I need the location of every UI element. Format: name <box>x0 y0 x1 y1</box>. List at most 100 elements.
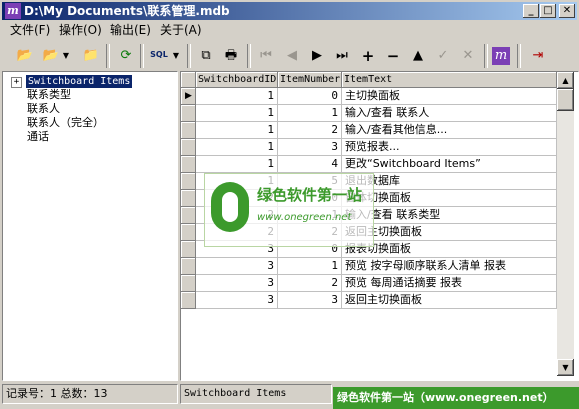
table-row[interactable]: 1 2 输入/查看其他信息... <box>181 122 557 139</box>
vertical-scrollbar[interactable]: ▲ ▼ <box>557 72 574 376</box>
app-icon[interactable]: m <box>5 3 21 19</box>
tree-item-switchboard[interactable]: Switchboard Items <box>26 75 133 88</box>
item-number-cell[interactable]: 0 <box>278 88 342 105</box>
item-text-cell[interactable]: 主切换面板 <box>342 88 557 105</box>
row-selector[interactable] <box>181 207 196 224</box>
switchboard-id-cell[interactable]: 1 <box>196 139 278 156</box>
table-row[interactable]: 3 1 预览 按字母顺序联系人清单 报表 <box>181 258 557 275</box>
tree-item-calls[interactable]: 通话 <box>27 130 49 143</box>
move-up-icon[interactable]: ▲ <box>407 45 429 67</box>
watermark-title: 绿色软件第一站 <box>257 186 363 204</box>
cancel-icon[interactable]: ✕ <box>457 45 479 67</box>
watermark-logo-icon <box>211 182 249 232</box>
row-selector[interactable] <box>181 105 196 122</box>
next-record-icon[interactable]: ▶ <box>306 45 328 67</box>
row-selector[interactable] <box>181 275 196 292</box>
chevron-down-icon[interactable]: ▼ <box>170 45 182 67</box>
copy-icon[interactable]: ⧉ <box>195 45 217 67</box>
window-title: D:\My Documents\联系管理.mdb <box>24 4 230 18</box>
menu-operate[interactable]: 操作(O) <box>59 23 102 37</box>
menu-output[interactable]: 输出(E) <box>110 23 151 37</box>
item-number-cell[interactable]: 3 <box>278 292 342 309</box>
add-record-icon[interactable]: + <box>357 45 379 67</box>
item-text-cell[interactable]: 更改“Switchboard Items” <box>342 156 557 173</box>
row-selector[interactable] <box>181 122 196 139</box>
item-text-cell[interactable]: 输入/查看其他信息... <box>342 122 557 139</box>
row-selector[interactable] <box>181 224 196 241</box>
row-selector[interactable] <box>181 173 196 190</box>
minimize-button[interactable]: _ <box>523 4 539 18</box>
row-selector[interactable] <box>181 241 196 258</box>
scroll-thumb[interactable] <box>557 89 574 111</box>
table-row[interactable]: 1 1 输入/查看 联系人 <box>181 105 557 122</box>
confirm-icon[interactable]: ✓ <box>432 45 454 67</box>
table-row[interactable]: 1 4 更改“Switchboard Items” <box>181 156 557 173</box>
switchboard-id-cell[interactable]: 1 <box>196 88 278 105</box>
prev-record-icon[interactable]: ◀ <box>281 45 303 67</box>
grid-corner <box>181 72 196 88</box>
first-record-icon[interactable]: ⏮ <box>255 45 277 67</box>
row-selector[interactable] <box>181 190 196 207</box>
switchboard-id-cell[interactable]: 1 <box>196 156 278 173</box>
item-number-cell[interactable]: 2 <box>278 275 342 292</box>
close-button[interactable]: ✕ <box>559 4 575 18</box>
open-dropdown-icon[interactable]: 📂 <box>40 45 62 67</box>
item-text-cell[interactable]: 预览报表... <box>342 139 557 156</box>
switchboard-id-cell[interactable]: 1 <box>196 122 278 139</box>
delete-record-icon[interactable]: − <box>382 45 404 67</box>
scroll-down-icon[interactable]: ▼ <box>557 359 574 376</box>
item-text-cell[interactable]: 输入/查看 联系人 <box>342 105 557 122</box>
switchboard-id-cell[interactable]: 3 <box>196 275 278 292</box>
menu-file[interactable]: 文件(F) <box>10 23 50 37</box>
table-row[interactable]: ▶ 1 0 主切换面板 <box>181 88 557 105</box>
table-row[interactable]: 3 3 返回主切换面板 <box>181 292 557 309</box>
toolbar: 📂 📂 ▼ 📁 ⟳ SQL ▼ ⧉ 🖶 ⏮ ◀ ▶ ⏭ + − ▲ ✓ ✕ m … <box>2 40 577 70</box>
table-row[interactable]: 1 3 预览报表... <box>181 139 557 156</box>
scroll-up-icon[interactable]: ▲ <box>557 72 574 89</box>
folder-icon[interactable]: 📁 <box>80 45 102 67</box>
site-banner: 绿色软件第一站（www.onegreen.net） <box>333 387 579 409</box>
row-selector[interactable] <box>181 139 196 156</box>
open-folder-icon[interactable]: 📂 <box>14 45 36 67</box>
tree-item-contacts-full[interactable]: 联系人（完全） <box>27 116 104 129</box>
item-number-cell[interactable]: 1 <box>278 105 342 122</box>
switchboard-id-cell[interactable]: 3 <box>196 258 278 275</box>
tree-item-contact-types[interactable]: 联系类型 <box>27 88 71 101</box>
item-number-cell[interactable]: 2 <box>278 122 342 139</box>
row-selector[interactable] <box>181 258 196 275</box>
switchboard-id-cell[interactable]: 3 <box>196 292 278 309</box>
item-text-cell[interactable]: 报表切换面板 <box>342 241 557 258</box>
brand-icon[interactable]: m <box>492 47 510 65</box>
print-icon[interactable]: 🖶 <box>220 45 242 67</box>
item-number-cell[interactable]: 1 <box>278 258 342 275</box>
item-text-cell[interactable]: 输入/查看 联系类型 <box>342 207 557 224</box>
maximize-button[interactable]: □ <box>540 4 556 18</box>
item-text-cell[interactable]: 窗体切换面板 <box>342 190 557 207</box>
item-number-cell[interactable]: 4 <box>278 156 342 173</box>
row-selector[interactable]: ▶ <box>181 88 196 105</box>
item-text-cell[interactable]: 预览 每周通话摘要 报表 <box>342 275 557 292</box>
item-text-cell[interactable]: 返回主切换面板 <box>342 224 557 241</box>
sql-icon[interactable]: SQL <box>148 45 170 67</box>
table-row[interactable]: 3 2 预览 每周通话摘要 报表 <box>181 275 557 292</box>
tree-view[interactable]: + Switchboard Items 联系类型 联系人 联系人（完全） 通话 <box>2 71 178 381</box>
row-selector[interactable] <box>181 156 196 173</box>
item-text-cell[interactable]: 返回主切换面板 <box>342 292 557 309</box>
status-record-panel: 记录号：1 总数：13 <box>2 384 178 404</box>
item-number-cell[interactable]: 3 <box>278 139 342 156</box>
refresh-icon[interactable]: ⟳ <box>115 45 137 67</box>
menu-about[interactable]: 关于(A) <box>160 23 202 37</box>
title-bar: m D:\My Documents\联系管理.mdb _ □ ✕ <box>2 2 577 20</box>
switchboard-id-cell[interactable]: 1 <box>196 105 278 122</box>
column-header-item-text[interactable]: ItemText <box>342 72 557 88</box>
expand-icon[interactable]: + <box>11 77 22 88</box>
row-selector[interactable] <box>181 292 196 309</box>
item-text-cell[interactable]: 预览 按字母顺序联系人清单 报表 <box>342 258 557 275</box>
tree-item-contacts[interactable]: 联系人 <box>27 102 60 115</box>
item-text-cell[interactable]: 退出数据库 <box>342 173 557 190</box>
last-record-icon[interactable]: ⏭ <box>331 45 353 67</box>
column-header-item-number[interactable]: ItemNumber <box>278 72 342 88</box>
exit-icon[interactable]: ⇥ <box>527 45 549 67</box>
chevron-down-icon[interactable]: ▼ <box>60 45 72 67</box>
column-header-switchboard-id[interactable]: SwitchboardID <box>196 72 278 88</box>
